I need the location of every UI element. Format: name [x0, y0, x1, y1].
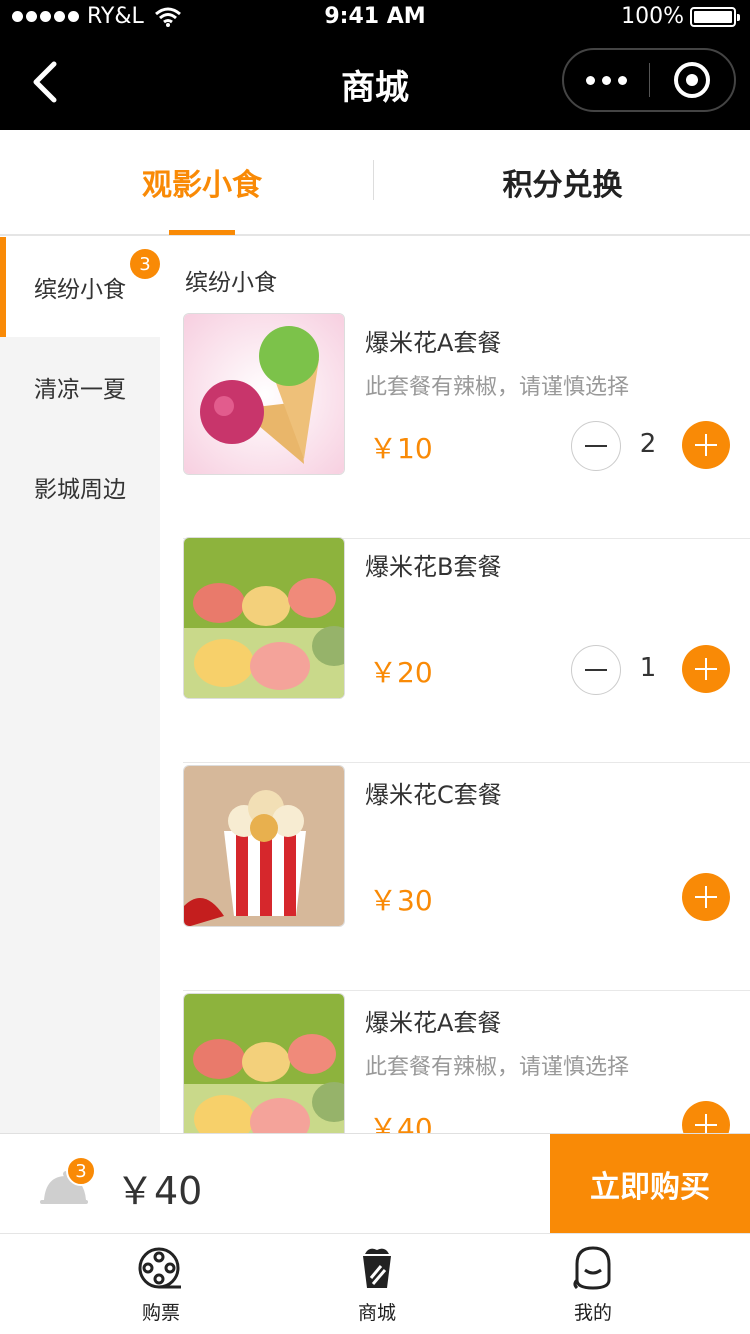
cart-total: ￥40	[116, 1169, 203, 1213]
tabbar-item-mall[interactable]: 商城	[327, 1244, 427, 1330]
profile-icon	[573, 1246, 611, 1290]
buy-now-button[interactable]: 立即购买	[550, 1134, 750, 1234]
sidebar-item-label: 缤纷小食	[34, 277, 126, 303]
popcorn-icon	[363, 1248, 391, 1288]
increase-button[interactable]	[682, 645, 730, 693]
product-name: 爆米花B套餐	[365, 553, 502, 581]
sidebar-item-label: 影城周边	[34, 477, 126, 503]
product-image[interactable]	[183, 993, 345, 1133]
sidebar-item-snacks[interactable]: 缤纷小食 3	[0, 237, 160, 337]
sidebar-item-merch[interactable]: 影城周边	[0, 437, 160, 537]
cart-bar: 3 ￥40 立即购买	[0, 1133, 750, 1234]
mini-program-capsule	[562, 48, 736, 112]
product-name: 爆米花A套餐	[365, 1009, 502, 1037]
count-badge: 3	[130, 249, 160, 279]
product-item: 爆米花A套餐 此套餐有辣椒，请谨慎选择 ￥40	[183, 993, 750, 1133]
product-list: 缤纷小食 爆米花A套餐 此套餐有辣椒，请谨慎选择 ￥10 2 爆米花B套餐 ￥2…	[160, 237, 750, 1133]
increase-button[interactable]	[682, 421, 730, 469]
product-price: ￥20	[369, 656, 433, 689]
battery-percent: 100%	[621, 4, 684, 29]
tabbar-item-profile[interactable]: 我的	[543, 1244, 643, 1330]
tab-snacks[interactable]: 观影小食	[0, 130, 375, 235]
product-desc: 此套餐有辣椒，请谨慎选择	[365, 1055, 630, 1080]
product-price: ￥30	[369, 884, 433, 917]
decrease-button[interactable]	[571, 645, 621, 695]
film-reel-icon	[138, 1247, 181, 1289]
product-item: 爆米花A套餐 此套餐有辣椒，请谨慎选择 ￥10 2	[183, 313, 750, 539]
sidebar: 缤纷小食 3 清凉一夏 影城周边	[0, 237, 160, 1133]
quantity-value: 2	[639, 429, 657, 459]
product-image[interactable]	[183, 537, 345, 699]
increase-button[interactable]	[682, 873, 730, 921]
tab-divider	[373, 160, 374, 200]
tabbar-label: 购票	[141, 1302, 180, 1324]
section-title: 缤纷小食	[185, 270, 277, 296]
product-item: 爆米花B套餐 ￥20 1	[183, 537, 750, 763]
close-target-icon[interactable]	[650, 50, 735, 110]
product-image[interactable]	[183, 765, 345, 927]
product-price: ￥10	[369, 432, 433, 465]
battery-icon	[690, 6, 740, 27]
status-bar: RY&L 9:41 AM 100%	[0, 0, 750, 36]
product-image[interactable]	[183, 313, 345, 475]
product-price: ￥40	[369, 1112, 433, 1133]
product-name: 爆米花A套餐	[365, 329, 502, 357]
increase-button[interactable]	[682, 1101, 730, 1133]
more-dots-icon[interactable]	[564, 50, 649, 110]
nav-bar: 商城	[0, 36, 750, 130]
decrease-button[interactable]	[571, 421, 621, 471]
tab-points-exchange[interactable]: 积分兑换	[375, 130, 750, 234]
product-desc: 此套餐有辣椒，请谨慎选择	[365, 375, 630, 400]
sidebar-item-label: 清凉一夏	[34, 377, 126, 403]
product-name: 爆米花C套餐	[365, 781, 502, 809]
category-tabs: 观影小食 积分兑换	[0, 130, 750, 236]
tabbar-label: 我的	[573, 1302, 612, 1324]
tabbar-label: 商城	[357, 1302, 396, 1324]
bottom-tab-bar: 购票 商城 我的	[0, 1233, 750, 1334]
quantity-value: 1	[639, 653, 657, 683]
tabbar-item-tickets[interactable]: 购票	[111, 1244, 211, 1330]
product-item: 爆米花C套餐 ￥30	[183, 765, 750, 991]
sidebar-item-summer[interactable]: 清凉一夏	[0, 337, 160, 437]
cart-count-badge: 3	[66, 1156, 96, 1186]
